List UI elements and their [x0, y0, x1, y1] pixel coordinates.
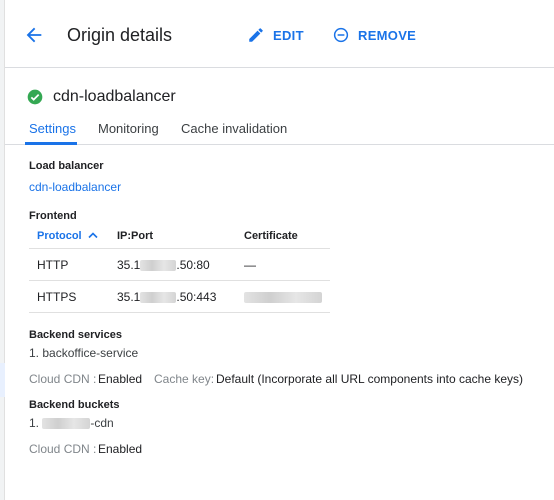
redacted-bucket-name: [42, 418, 91, 430]
ip-port-cell: 35.1 .50:80: [117, 258, 210, 272]
ip-port-column-header: IP:Port: [117, 230, 154, 242]
sort-ascending-icon: [88, 232, 98, 239]
pencil-icon: [249, 28, 263, 42]
certificate-cell: —: [244, 258, 256, 272]
check-circle-icon: [27, 89, 43, 105]
page-header: Origin details EDIT REMOVE: [5, 0, 554, 68]
frontend-table: Protocol IP:Port Certificate HTTP 35.1 .5…: [29, 224, 330, 313]
ip-suffix: .50:443: [176, 290, 217, 304]
protocol-column-header[interactable]: Protocol: [37, 230, 98, 242]
certificate-cell: [244, 290, 322, 304]
remove-button-label: REMOVE: [358, 27, 417, 43]
redacted-ip: [140, 260, 177, 272]
load-balancer-link[interactable]: cdn-loadbalancer: [29, 180, 121, 194]
edit-button[interactable]: EDIT: [247, 26, 304, 44]
bucket-item-suffix: -cdn: [90, 416, 114, 430]
cloud-cdn-value: Enabled: [98, 372, 143, 386]
origin-name: cdn-loadbalancer: [53, 88, 176, 105]
active-tab-indicator: [25, 142, 77, 145]
frontend-label: Frontend: [29, 210, 77, 222]
tab-settings[interactable]: Settings: [29, 121, 76, 136]
load-balancer-label: Load balancer: [29, 160, 104, 172]
protocol-cell: HTTPS: [37, 290, 77, 304]
table-header-row: Protocol IP:Port Certificate: [29, 224, 330, 249]
remove-circle-icon: [333, 27, 349, 43]
ip-prefix: 35.1: [117, 258, 141, 272]
ip-suffix: .50:80: [176, 258, 210, 272]
protocol-cell: HTTP: [37, 258, 69, 272]
redacted-certificate: [244, 292, 322, 304]
ip-port-cell: 35.1 .50:443: [117, 290, 216, 304]
bucket-cloud-cdn-value: Enabled: [98, 442, 143, 456]
backend-bucket-item: 1. -cdn: [29, 416, 114, 430]
cache-key-label: Cache key:: [154, 372, 215, 386]
cloud-cdn-label: Cloud CDN :: [29, 372, 97, 386]
backend-service-item: 1. backoffice-service: [29, 346, 139, 360]
origin-title: cdn-loadbalancer: [27, 88, 176, 106]
backend-services-label: Backend services: [29, 329, 122, 341]
left-nav-selected-item[interactable]: [0, 363, 5, 397]
protocol-header-label: Protocol: [37, 230, 82, 242]
certificate-column-header: Certificate: [244, 230, 298, 242]
page-title: Origin details: [67, 25, 173, 45]
ip-prefix: 35.1: [117, 290, 141, 304]
tab-cache-invalidation[interactable]: Cache invalidation: [181, 121, 287, 136]
edit-button-label: EDIT: [273, 27, 304, 43]
back-arrow-icon[interactable]: [23, 24, 45, 46]
bucket-cloud-cdn-label: Cloud CDN :: [29, 442, 97, 456]
table-row: HTTPS 35.1 .50:443: [29, 281, 330, 313]
remove-button[interactable]: REMOVE: [332, 26, 416, 44]
left-nav-rail: [0, 0, 5, 500]
cache-key-value: Default (Incorporate all URL components …: [216, 372, 524, 386]
backend-buckets-label: Backend buckets: [29, 399, 120, 411]
bucket-item-number: 1.: [29, 416, 40, 430]
tab-bar: Settings Monitoring Cache invalidation: [5, 113, 554, 145]
tab-monitoring[interactable]: Monitoring: [98, 121, 159, 136]
table-row: HTTP 35.1 .50:80 —: [29, 249, 330, 281]
redacted-ip: [140, 292, 177, 304]
